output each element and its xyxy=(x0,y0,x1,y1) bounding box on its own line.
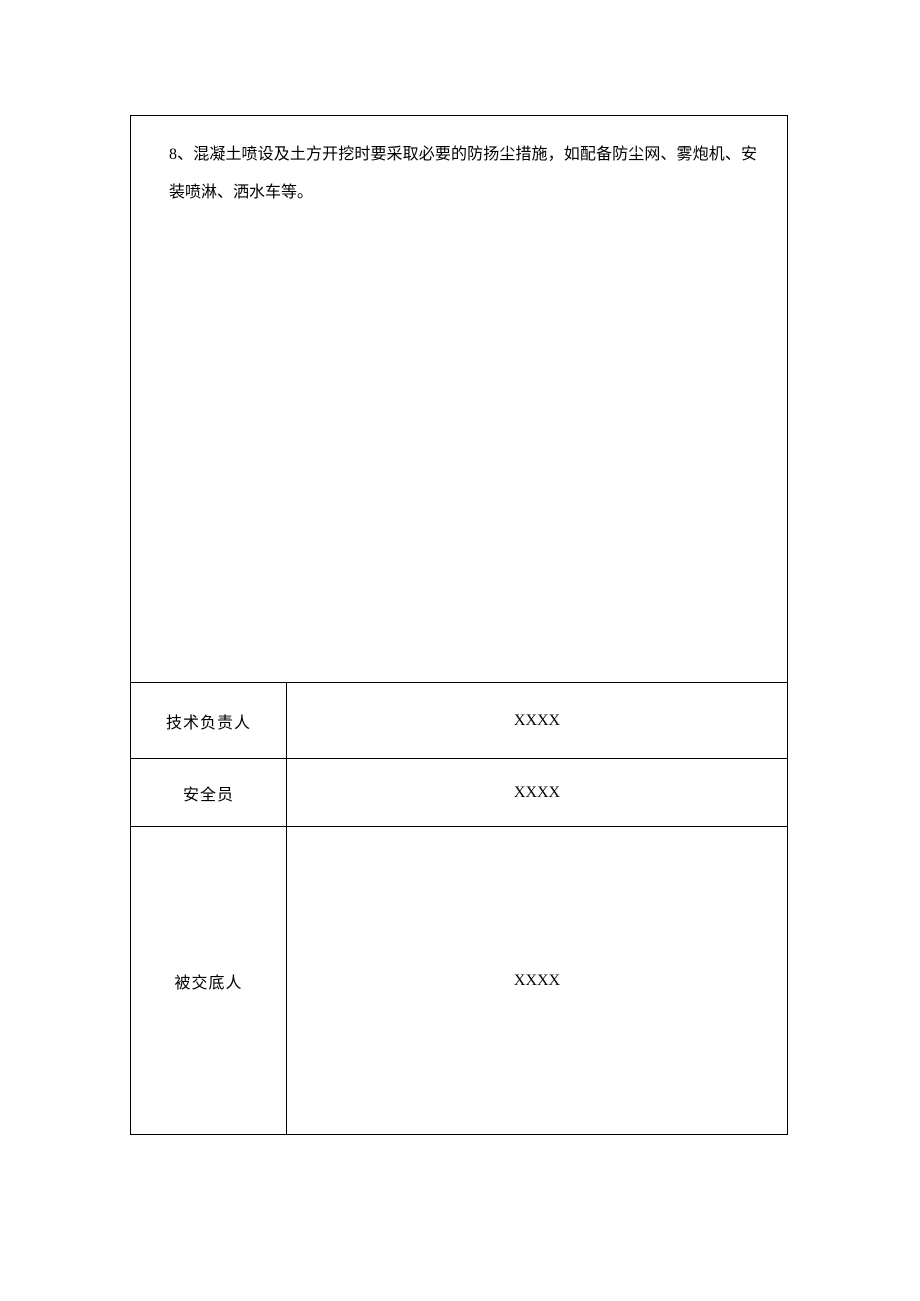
tech-responsible-row: 技术负责人 XXXX xyxy=(131,683,788,759)
tech-responsible-label: 技术负责人 xyxy=(131,683,287,759)
form-table: 8、混凝土喷设及土方开挖时要采取必要的防扬尘措施，如配备防尘网、雾炮机、安装喷淋… xyxy=(130,115,788,1135)
tech-responsible-value: XXXX xyxy=(287,683,788,759)
safety-officer-value: XXXX xyxy=(287,759,788,827)
document-page: 8、混凝土喷设及土方开挖时要采取必要的防扬尘措施，如配备防尘网、雾炮机、安装喷淋… xyxy=(130,115,788,1135)
recipient-label: 被交底人 xyxy=(131,827,287,1135)
content-paragraph: 8、混凝土喷设及土方开挖时要采取必要的防扬尘措施，如配备防尘网、雾炮机、安装喷淋… xyxy=(169,146,757,201)
content-row: 8、混凝土喷设及土方开挖时要采取必要的防扬尘措施，如配备防尘网、雾炮机、安装喷淋… xyxy=(131,116,788,683)
safety-officer-label: 安全员 xyxy=(131,759,287,827)
recipient-row: 被交底人 XXXX xyxy=(131,827,788,1135)
safety-officer-row: 安全员 XXXX xyxy=(131,759,788,827)
recipient-value: XXXX xyxy=(287,827,788,1135)
content-cell: 8、混凝土喷设及土方开挖时要采取必要的防扬尘措施，如配备防尘网、雾炮机、安装喷淋… xyxy=(131,116,788,683)
